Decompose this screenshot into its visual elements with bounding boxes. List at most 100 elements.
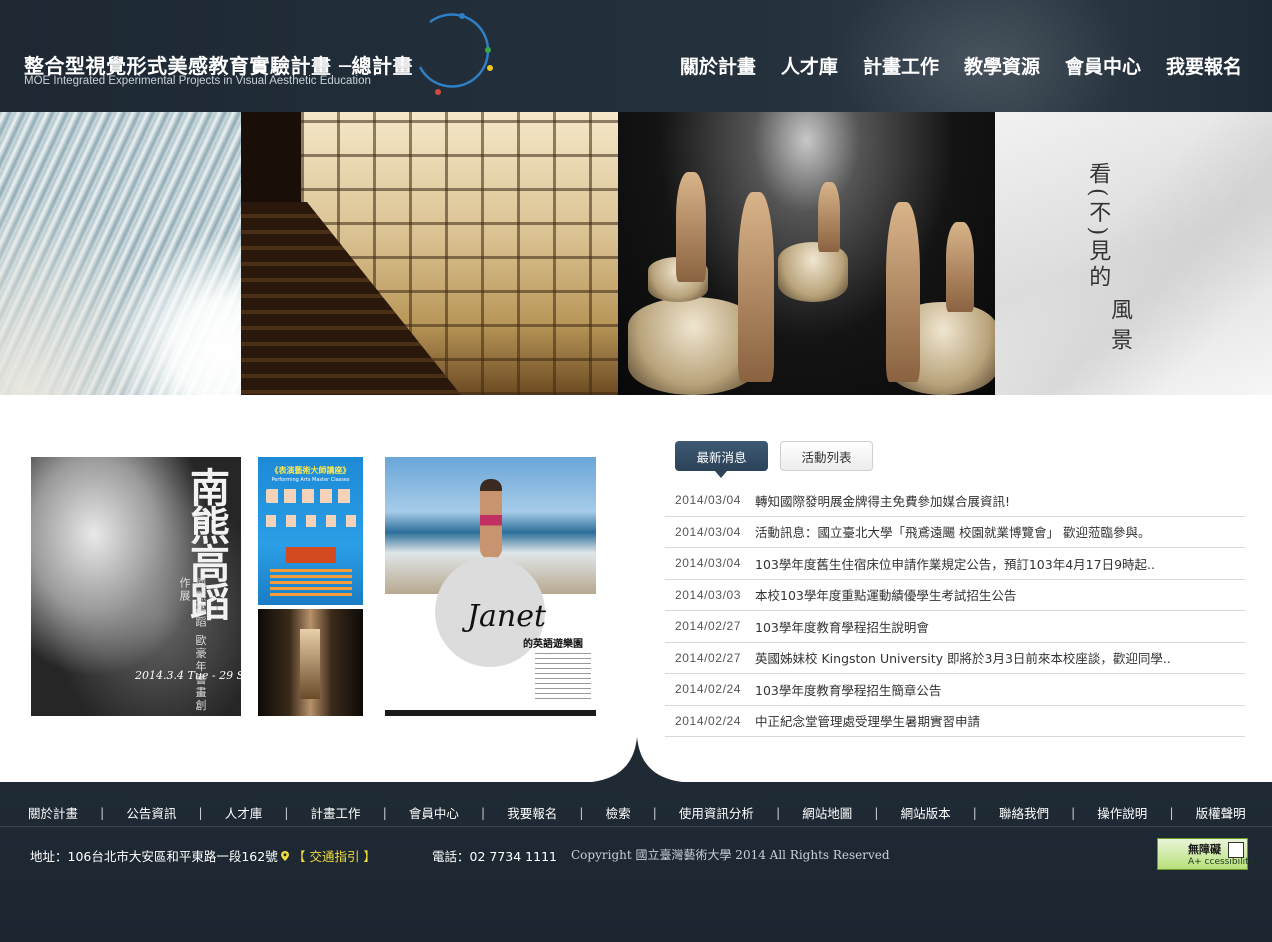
footer-copyright: Copyright 國立臺灣藝術大學 2014 All Rights Reser…: [571, 848, 890, 862]
nav-register[interactable]: 我要報名: [1166, 52, 1242, 79]
news-date: 2014/03/04: [675, 493, 742, 508]
poster-blue-subtitle: Performing Arts Master Classes: [271, 477, 350, 483]
news-item[interactable]: 2014/02/27 103學年度教育學程招生說明會: [665, 611, 1245, 643]
news-date: 2014/02/24: [675, 713, 742, 728]
news-date: 2014/02/27: [675, 619, 742, 634]
footer-separator: |: [100, 805, 105, 820]
nav-about[interactable]: 關於計畫: [680, 52, 756, 79]
news-item[interactable]: 2014/03/03 本校103學年度重點運動績優學生考試招生公告: [665, 580, 1245, 611]
nav-work[interactable]: 計畫工作: [863, 52, 939, 79]
nav-member[interactable]: 會員中心: [1065, 52, 1141, 79]
news-title[interactable]: 103學年度教育學程招生簡章公告: [755, 680, 941, 699]
news-date: 2014/03/04: [675, 524, 742, 539]
news-title[interactable]: 103學年度舊生住宿床位申請作業規定公告，預訂103年4月17日9時起..: [755, 554, 1155, 573]
news-item[interactable]: 2014/02/24 103學年度教育學程招生簡章公告: [665, 674, 1245, 706]
footer-separator: |: [776, 805, 781, 820]
poster-blue-title: 《表演藝術大師講座》: [270, 466, 351, 475]
nav-resources[interactable]: 教學資源: [964, 52, 1040, 79]
news-item[interactable]: 2014/02/27 英國姊妹校 Kingston University 即將於…: [665, 643, 1245, 674]
tab-event-list[interactable]: 活動列表: [780, 441, 873, 471]
footer-separator: |: [382, 805, 387, 820]
map-pin-icon: [281, 851, 289, 861]
poster-ink-subtitle: 南熊高蹈 歐豪年書畫創作展: [178, 577, 207, 713]
news-title[interactable]: 轉知國際發明展金牌得主免費參加媒合展資訊!: [755, 491, 1010, 510]
footer-link-version[interactable]: 網站版本: [901, 803, 951, 822]
footer-link-about[interactable]: 關於計畫: [28, 803, 78, 822]
banner-text-scenery: 風景: [1107, 298, 1132, 358]
news-title[interactable]: 本校103學年度重點運動績優學生考試招生公告: [755, 585, 1016, 604]
poster-ink-date: 2014.3.4 Tue - 29 Sat: [135, 669, 241, 682]
footer-link-work[interactable]: 計畫工作: [311, 803, 361, 822]
footer-link-member[interactable]: 會員中心: [409, 803, 459, 822]
banner-panel-feathers[interactable]: [0, 112, 241, 395]
news-tabs: 最新消息 活動列表: [675, 441, 873, 478]
poster-janet[interactable]: Janet 的英語遊樂園: [385, 457, 596, 716]
poster-janet-subtitle: 的英語遊樂園: [523, 639, 583, 650]
accessibility-sub: A+ ccessibility: [1188, 857, 1254, 867]
footer-link-announcements[interactable]: 公告資訊: [126, 803, 176, 822]
footer-divider: [0, 826, 1272, 827]
logo-ring-icon: [418, 13, 493, 95]
footer-separator: |: [481, 805, 486, 820]
performer-figure: [886, 202, 920, 382]
news-date: 2014/03/03: [675, 587, 742, 602]
performer-figure: [676, 172, 706, 282]
news-title[interactable]: 103學年度教育學程招生說明會: [755, 617, 929, 636]
poster-janet-name: Janet: [467, 599, 547, 634]
footer-separator: |: [874, 805, 879, 820]
performer-figure: [818, 182, 840, 252]
news-title[interactable]: 活動訊息：國立臺北大學「飛鳶遠颺 校園就業博覽會」 歡迎蒞臨參與。: [755, 522, 1150, 541]
footer-separator: |: [652, 805, 657, 820]
hero-banner: 看(不)見的 風景: [0, 112, 1272, 395]
footer-address: 地址：106台北市大安區和平東路一段162號: [30, 849, 278, 864]
traffic-guide-label: 【 交通指引 】: [292, 849, 376, 864]
main-nav: 關於計畫 人才庫 計畫工作 教學資源 會員中心 我要報名: [680, 52, 1242, 79]
accessibility-icon: [1160, 841, 1186, 867]
news-item[interactable]: 2014/02/24 中正紀念堂管理處受理學生暑期實習申請: [665, 706, 1245, 737]
tab-latest-news[interactable]: 最新消息: [675, 441, 768, 478]
news-date: 2014/03/04: [675, 556, 742, 571]
news-date: 2014/02/24: [675, 682, 742, 697]
news-title[interactable]: 英國姊妹校 Kingston University 即將於3月3日前來本校座談，…: [755, 648, 1171, 667]
footer-link-sitemap[interactable]: 網站地圖: [802, 803, 852, 822]
footer-link-analytics[interactable]: 使用資訊分析: [679, 803, 754, 822]
accessibility-badge[interactable]: 無障礙 A+ ccessibility: [1157, 838, 1254, 870]
footer-link-register[interactable]: 我要報名: [507, 803, 557, 822]
news-title[interactable]: 中正紀念堂管理處受理學生暑期實習申請: [755, 711, 980, 730]
poster-ink-painting[interactable]: 南熊高蹈 南熊高蹈 歐豪年書畫創作展 2014.3.4 Tue - 29 Sat: [31, 457, 241, 716]
footer-separator: |: [972, 805, 977, 820]
news-item[interactable]: 2014/03/04 轉知國際發明展金牌得主免費參加媒合展資訊!: [665, 485, 1245, 517]
poster-master-classes[interactable]: 《表演藝術大師講座》 Performing Arts Master Classe…: [258, 457, 363, 605]
footer-link-copyright[interactable]: 版權聲明: [1196, 803, 1246, 822]
poster-janet-body: [535, 653, 591, 701]
banner-text-unseen: 看(不)見的: [1085, 162, 1111, 292]
news-item[interactable]: 2014/03/04 103學年度舊生住宿床位申請作業規定公告，預訂103年4月…: [665, 548, 1245, 580]
footer-link-contact[interactable]: 聯絡我們: [999, 803, 1049, 822]
poster-blue-schedule: [270, 569, 352, 597]
speaker-photos: [266, 489, 356, 503]
banner-panel-gallery[interactable]: [241, 112, 618, 395]
speaker-photos: [266, 515, 356, 527]
news-date: 2014/02/27: [675, 650, 742, 665]
footer-separator: |: [1071, 805, 1076, 820]
banner-panel-drummers[interactable]: [618, 112, 995, 395]
traffic-guide-link[interactable]: 【 交通指引 】: [281, 846, 376, 865]
nav-talent[interactable]: 人才庫: [781, 52, 838, 79]
footer-link-talent[interactable]: 人才庫: [225, 803, 263, 822]
performer-figure: [738, 192, 774, 382]
footer-nav: 關於計畫 | 公告資訊 | 人才庫 | 計畫工作 | 會員中心 | 我要報名 |…: [28, 803, 1246, 822]
news-item[interactable]: 2014/03/04 活動訊息：國立臺北大學「飛鳶遠颺 校園就業博覽會」 歡迎蒞…: [665, 517, 1245, 548]
footer-separator: |: [198, 805, 203, 820]
site-subtitle: MOE Integrated Experimental Projects in …: [24, 75, 371, 87]
footer-link-search[interactable]: 檢索: [606, 803, 631, 822]
footer-link-help[interactable]: 操作說明: [1097, 803, 1147, 822]
banner-panel-landscape[interactable]: 看(不)見的 風景: [995, 112, 1272, 395]
jumping-figure: [480, 479, 502, 559]
footer-separator: |: [284, 805, 289, 820]
performer-figure: [946, 222, 974, 312]
news-list: 2014/03/04 轉知國際發明展金牌得主免費參加媒合展資訊! 2014/03…: [665, 485, 1245, 737]
footer-separator: |: [1169, 805, 1174, 820]
poster-corridor[interactable]: [258, 609, 363, 716]
poster-blue-tag: [286, 547, 336, 563]
site-header: 整合型視覺形式美感教育實驗計畫 ─總計畫 MOE Integrated Expe…: [0, 0, 1272, 112]
